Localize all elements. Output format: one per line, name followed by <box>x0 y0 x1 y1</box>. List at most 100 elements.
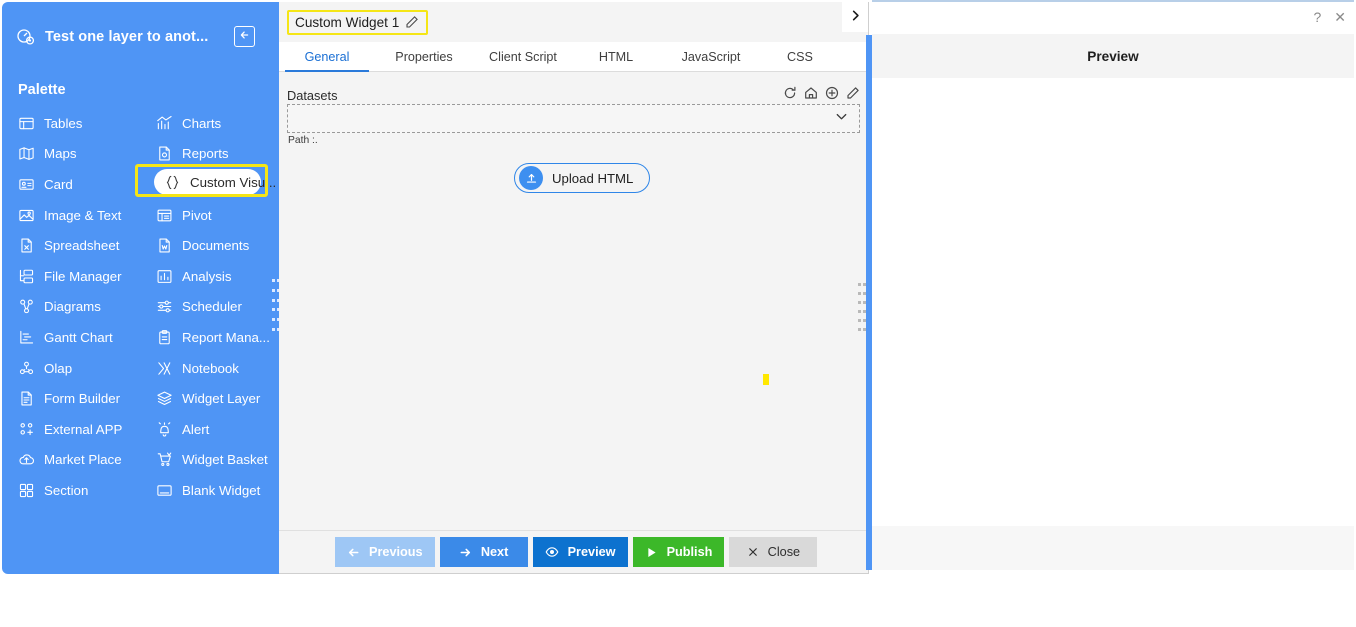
preview-panel: ? ✕ Preview <box>872 2 1354 570</box>
pencil-edit-icon[interactable] <box>405 15 419 29</box>
palette-item-label: File Manager <box>44 268 122 284</box>
palette-item-label: Tables <box>44 115 83 131</box>
palette-item-alert[interactable]: Alert <box>150 414 279 445</box>
palette-item-external-app[interactable]: External APP <box>2 414 150 445</box>
close-icon[interactable]: ✕ <box>1334 10 1346 24</box>
analysis-icon <box>156 268 173 285</box>
palette-item-widget-layer[interactable]: Widget Layer <box>150 383 279 414</box>
help-icon[interactable]: ? <box>1313 10 1321 24</box>
palette-title: Test one layer to anot... <box>45 29 209 45</box>
upload-html-button[interactable]: Upload HTML <box>514 163 651 193</box>
gantt-icon <box>18 329 35 346</box>
layers-icon <box>156 390 173 407</box>
palette-item-label: Section <box>44 482 89 498</box>
tabs-scroll-right-button[interactable] <box>842 2 868 32</box>
palette-sidebar: Test one layer to anot... Palette Tables… <box>2 2 279 574</box>
action-button-label: Next <box>480 545 509 559</box>
datasets-select[interactable] <box>287 104 860 133</box>
preview-header: Preview <box>872 34 1354 78</box>
pencil-edit-icon[interactable] <box>846 86 860 100</box>
palette-item-label: Market Place <box>44 452 122 468</box>
preview-footer <box>872 526 1354 570</box>
datasets-toolbar <box>783 86 860 100</box>
palette-item-diagrams[interactable]: Diagrams <box>2 292 150 323</box>
preview-title: Preview <box>1087 48 1139 64</box>
palette-item-label: Charts <box>182 115 222 131</box>
sidebar-collapse-button[interactable] <box>234 26 255 47</box>
form-icon <box>18 390 35 407</box>
palette-item-tables[interactable]: Tables <box>2 108 150 139</box>
palette-item-label: Olap <box>44 360 73 376</box>
tab-label: General <box>304 49 350 64</box>
palette-item-label: Pivot <box>182 207 212 223</box>
tab-javascript[interactable]: JavaScript <box>659 42 763 71</box>
palette-item-maps[interactable]: Maps <box>2 139 150 170</box>
tab-label: JavaScript <box>681 49 741 64</box>
palette-item-card[interactable]: Card <box>2 169 150 200</box>
close-x-icon <box>747 546 759 558</box>
preview-body <box>872 78 1354 526</box>
tab-properties[interactable]: Properties <box>375 42 473 71</box>
table-icon <box>18 115 35 132</box>
palette-item-widget-basket[interactable]: Widget Basket <box>150 445 279 476</box>
action-button-label: Publish <box>666 545 713 559</box>
next-button[interactable]: Next <box>439 537 528 567</box>
palette-item-label: Reports <box>182 146 229 162</box>
palette-item-label: Form Builder <box>44 391 121 407</box>
tab-css[interactable]: CSS <box>763 42 837 71</box>
tab-html[interactable]: HTML <box>573 42 659 71</box>
palette-item-report-mana[interactable]: Report Mana... <box>150 322 279 353</box>
preview-button[interactable]: Preview <box>532 537 628 567</box>
palette-item-label: Analysis <box>182 268 232 284</box>
cart-icon <box>156 451 173 468</box>
palette-item-label: Widget Layer <box>182 391 261 407</box>
cloud-up-icon <box>18 451 35 468</box>
home-icon[interactable] <box>804 86 818 100</box>
file-manager-icon <box>18 268 35 285</box>
palette-item-section[interactable]: Section <box>2 475 150 506</box>
prev-button[interactable]: Previous <box>335 537 435 567</box>
image-text-icon <box>18 207 35 224</box>
palette-item-blank-widget[interactable]: Blank Widget <box>150 475 279 506</box>
chevron-right-icon <box>849 7 862 27</box>
add-circle-icon[interactable] <box>825 86 839 100</box>
tab-general[interactable]: General <box>279 42 375 72</box>
palette-item-analysis[interactable]: Analysis <box>150 261 279 292</box>
palette-item-spreadsheet[interactable]: Spreadsheet <box>2 230 150 261</box>
braces-icon <box>164 174 181 191</box>
general-tab-pane: Datasets Path:. Upload HTML <box>279 73 868 531</box>
close-button[interactable]: Close <box>729 537 818 567</box>
palette-item-scheduler[interactable]: Scheduler <box>150 292 279 323</box>
grid-section-icon <box>18 482 35 499</box>
palette-item-image-text[interactable]: Image & Text <box>2 200 150 231</box>
palette-item-custom-visu[interactable]: Custom Visu... <box>154 169 276 196</box>
palette-item-olap[interactable]: Olap <box>2 353 150 384</box>
notebook-icon <box>156 360 173 377</box>
palette-item-charts[interactable]: Charts <box>150 108 279 139</box>
palette-item-documents[interactable]: Documents <box>150 230 279 261</box>
palette-item-label: Scheduler <box>182 299 242 315</box>
widget-title-highlight-box[interactable]: Custom Widget 1 <box>287 9 429 35</box>
palette-item-label: Custom Visu... <box>190 174 277 190</box>
arrow-left-icon <box>347 546 360 559</box>
palette-item-label: Spreadsheet <box>44 238 120 254</box>
palette-item-market-place[interactable]: Market Place <box>2 445 150 476</box>
spreadsheet-icon <box>18 237 35 254</box>
report-icon <box>156 145 173 162</box>
sidebar-resize-grip[interactable] <box>272 279 279 331</box>
publish-button[interactable]: Publish <box>632 537 725 567</box>
tab-client-script[interactable]: Client Script <box>473 42 573 71</box>
palette-item-label: Blank Widget <box>182 482 261 498</box>
play-icon <box>645 546 658 559</box>
clipboard-icon <box>156 329 173 346</box>
palette-item-notebook[interactable]: Notebook <box>150 353 279 384</box>
palette-item-reports[interactable]: Reports <box>150 139 279 170</box>
palette-item-form-builder[interactable]: Form Builder <box>2 383 150 414</box>
palette-section-label: Palette <box>18 82 66 98</box>
palette-item-gantt-chart[interactable]: Gantt Chart <box>2 322 150 353</box>
datasets-label: Datasets <box>287 88 338 103</box>
refresh-icon[interactable] <box>783 86 797 100</box>
palette-item-file-manager[interactable]: File Manager <box>2 261 150 292</box>
palette-item-label: Image & Text <box>44 207 122 223</box>
palette-item-pivot[interactable]: Pivot <box>150 200 279 231</box>
